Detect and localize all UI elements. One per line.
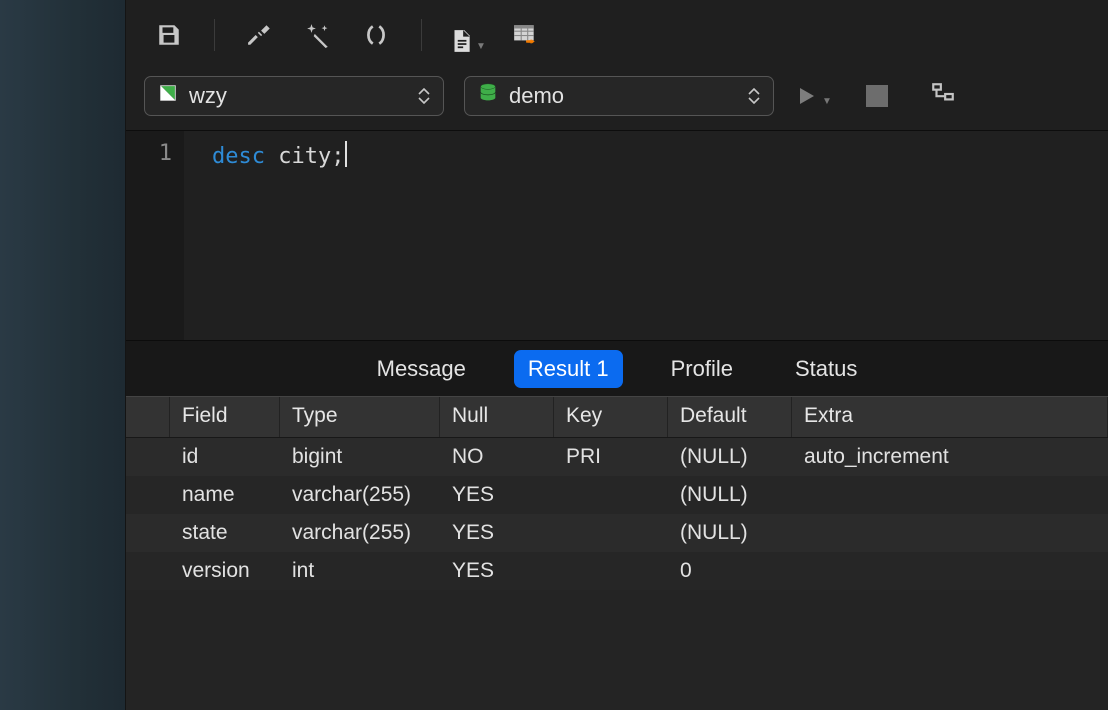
cell: varchar(255) (280, 514, 440, 552)
text-cursor (345, 141, 347, 167)
magic-wand-icon[interactable] (299, 16, 337, 54)
run-button[interactable]: ▼ (794, 84, 832, 108)
cell: bigint (280, 438, 440, 476)
updown-caret-icon (747, 85, 761, 107)
col-type[interactable]: Type (280, 397, 440, 437)
code-area[interactable]: desc city; (184, 131, 1108, 340)
database-name: demo (509, 83, 564, 109)
explain-plan-icon[interactable] (930, 81, 956, 112)
app-root: ▼ wzy dem (0, 0, 1108, 710)
sql-text: city; (265, 144, 344, 169)
table-row[interactable]: idbigintNOPRI(NULL)auto_increment (126, 438, 1108, 476)
cell (126, 526, 170, 540)
cell: id (170, 438, 280, 476)
cell (792, 488, 1108, 502)
cell: PRI (554, 438, 668, 476)
updown-caret-icon (417, 85, 431, 107)
tab-message[interactable]: Message (363, 350, 480, 388)
tab-profile[interactable]: Profile (657, 350, 747, 388)
tab-status[interactable]: Status (781, 350, 871, 388)
cell: 0 (668, 552, 792, 590)
cell: state (170, 514, 280, 552)
result-grid: Field Type Null Key Default Extra idbigi… (126, 396, 1108, 710)
hammer-icon[interactable] (241, 16, 279, 54)
cell: (NULL) (668, 514, 792, 552)
cell (554, 526, 668, 540)
col-default[interactable]: Default (668, 397, 792, 437)
cell (792, 564, 1108, 578)
cell: int (280, 552, 440, 590)
result-tabs: Message Result 1 Profile Status (126, 340, 1108, 396)
selector-row: wzy demo ▼ (126, 70, 1108, 130)
new-file-icon[interactable]: ▼ (448, 16, 486, 54)
database-select[interactable]: demo (464, 76, 774, 116)
table-row[interactable]: namevarchar(255)YES (NULL) (126, 476, 1108, 514)
col-extra[interactable]: Extra (792, 397, 1108, 437)
line-gutter: 1 (126, 131, 184, 340)
database-icon (477, 82, 499, 110)
stop-icon (866, 85, 888, 107)
sql-editor[interactable]: 1 desc city; (126, 130, 1108, 340)
grid-header: Field Type Null Key Default Extra (126, 396, 1108, 438)
load-table-icon[interactable] (506, 16, 544, 54)
line-number: 1 (126, 141, 172, 166)
cell (792, 526, 1108, 540)
sql-keyword: desc (212, 144, 265, 169)
connection-name: wzy (189, 83, 227, 109)
left-sidebar (0, 0, 126, 710)
main-panel: ▼ wzy dem (126, 0, 1108, 710)
cell: name (170, 476, 280, 514)
connection-select[interactable]: wzy (144, 76, 444, 116)
toolbar-separator (421, 19, 422, 51)
dropdown-caret-icon: ▼ (476, 41, 486, 52)
cell (126, 450, 170, 464)
cell: version (170, 552, 280, 590)
cell (554, 564, 668, 578)
toolbar-separator (214, 19, 215, 51)
cell (554, 488, 668, 502)
col-field[interactable]: Field (170, 397, 280, 437)
stop-button[interactable] (866, 85, 888, 107)
col-key[interactable]: Key (554, 397, 668, 437)
grid-body: idbigintNOPRI(NULL)auto_incrementnamevar… (126, 438, 1108, 590)
tab-result-1[interactable]: Result 1 (514, 350, 623, 388)
table-row[interactable]: statevarchar(255)YES (NULL) (126, 514, 1108, 552)
cell: auto_increment (792, 438, 1108, 476)
cell: (NULL) (668, 476, 792, 514)
table-row[interactable]: versionintYES 0 (126, 552, 1108, 590)
cell: NO (440, 438, 554, 476)
cell (126, 488, 170, 502)
cell: (NULL) (668, 438, 792, 476)
cell: YES (440, 552, 554, 590)
row-header-lead (126, 397, 170, 437)
cell (126, 564, 170, 578)
parentheses-icon[interactable] (357, 16, 395, 54)
cell: YES (440, 514, 554, 552)
toolbar: ▼ (126, 0, 1108, 70)
dropdown-caret-icon: ▼ (822, 96, 832, 107)
save-icon[interactable] (150, 16, 188, 54)
col-null[interactable]: Null (440, 397, 554, 437)
connection-icon (157, 82, 179, 110)
cell: varchar(255) (280, 476, 440, 514)
cell: YES (440, 476, 554, 514)
